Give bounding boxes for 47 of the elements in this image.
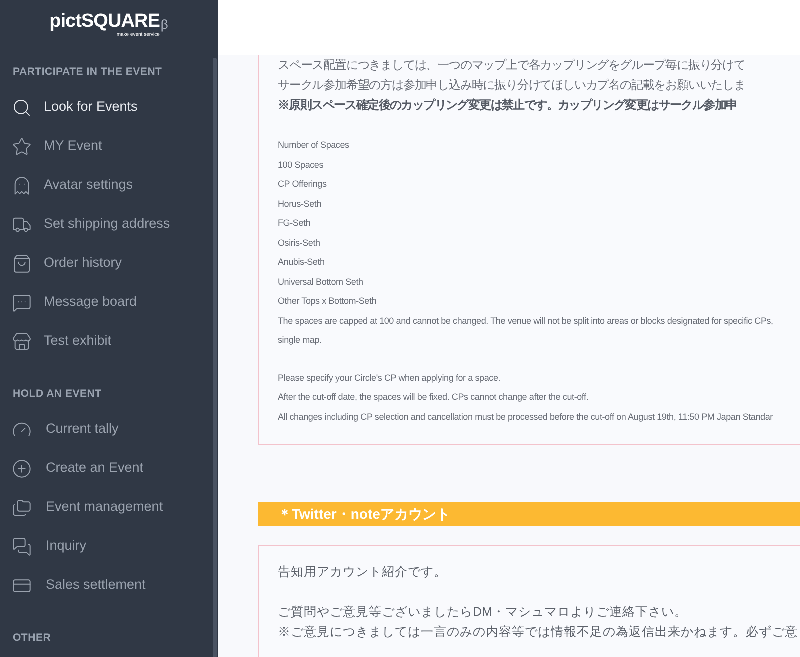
plus-circle-icon [12,458,32,478]
nav-item[interactable]: Look for Events [0,88,218,127]
notice-line: Number of Spaces [278,139,350,152]
notice-line: Universal Bottom Seth [278,276,364,288]
notice-line: single map. [278,334,323,347]
chat-bubble-icon [12,292,32,312]
notice-line: All changes including CP selection and cancellation must be processed before the cut-off on August 19th, 11:50 PM Japan Standar [278,410,774,424]
star-icon [12,136,32,156]
notice-line: The spaces are capped at 100 and cannot be changed. The venue will not be split into areas or blocks designated for specific CPs, [278,314,774,328]
nav-item[interactable]: Message board [0,283,218,322]
nav-item[interactable]: Order history [0,244,218,283]
ghost-icon [12,176,32,196]
section-heading: HOLD AN EVENT [12,387,103,402]
search-icon [12,98,32,118]
nav-item[interactable]: Sales settlement [0,566,218,605]
account-text: 告知用アカウント紹介です。 [278,564,448,581]
notice-text: サークル参加希望の方は参加申し込み時に振り分けてほしいカプ名の記載をお願いいたしま [278,77,746,94]
section-heading: OTHER [12,631,52,646]
logo-beta-text: β [160,16,168,34]
notice-line: Other Tops x Bottom-Seth [278,295,378,308]
nav-item[interactable]: Avatar settings [0,166,218,205]
notice-warning: ※原則スペース確定後のカップリング変更は禁止です。カップリング変更はサークル参加申 [278,97,738,114]
notice-text: スペース配置につきましては、一つのマップ上で各カップリングをグループ毎に振り分けて [278,57,746,74]
folders-icon [12,498,32,518]
chat-bubbles-icon [12,536,32,556]
nav-item[interactable]: Current tally [0,410,218,449]
notice-line: Osiris-Seth [278,236,322,250]
notice-line: Horus-Seth [278,198,323,210]
nav-item[interactable]: Test exhibit [0,322,218,361]
nav-item[interactable]: Set shipping address [0,205,218,244]
account-text: ご質問やご意見等ございましたらDM・マシュマロよりご連絡下さい。 [278,604,688,621]
logo-wordmark: pictSQUARE [50,12,160,32]
notice-line: 100 Spaces [278,158,325,172]
notice-line: FG-Seth [278,217,312,230]
notice-line: After the cut-off date, the spaces will be fixed. CPs cannot change after the cut-off. [278,391,590,404]
notice-line: CP Offerings [278,178,328,191]
notice-line: Anubis-Seth [278,256,326,269]
storefront-icon [12,332,32,352]
nav-item[interactable]: Inquiry [0,527,218,566]
section-title: ＊Twitter・noteアカウント [278,504,450,524]
nav-item[interactable]: Create an Event [0,449,218,488]
section-heading: PARTICIPATE IN THE EVENT [12,65,164,80]
bag-icon [12,254,32,274]
nav-item[interactable]: MY Event [0,127,218,166]
notice-line: Please specify your Circle's CP when applying for a space. [278,372,502,385]
nav-item[interactable]: Event management [0,488,218,527]
account-text: ※ご意見につきましては一言のみの内容等では情報不足の為返信出来かねます。必ずご意 [278,624,799,641]
